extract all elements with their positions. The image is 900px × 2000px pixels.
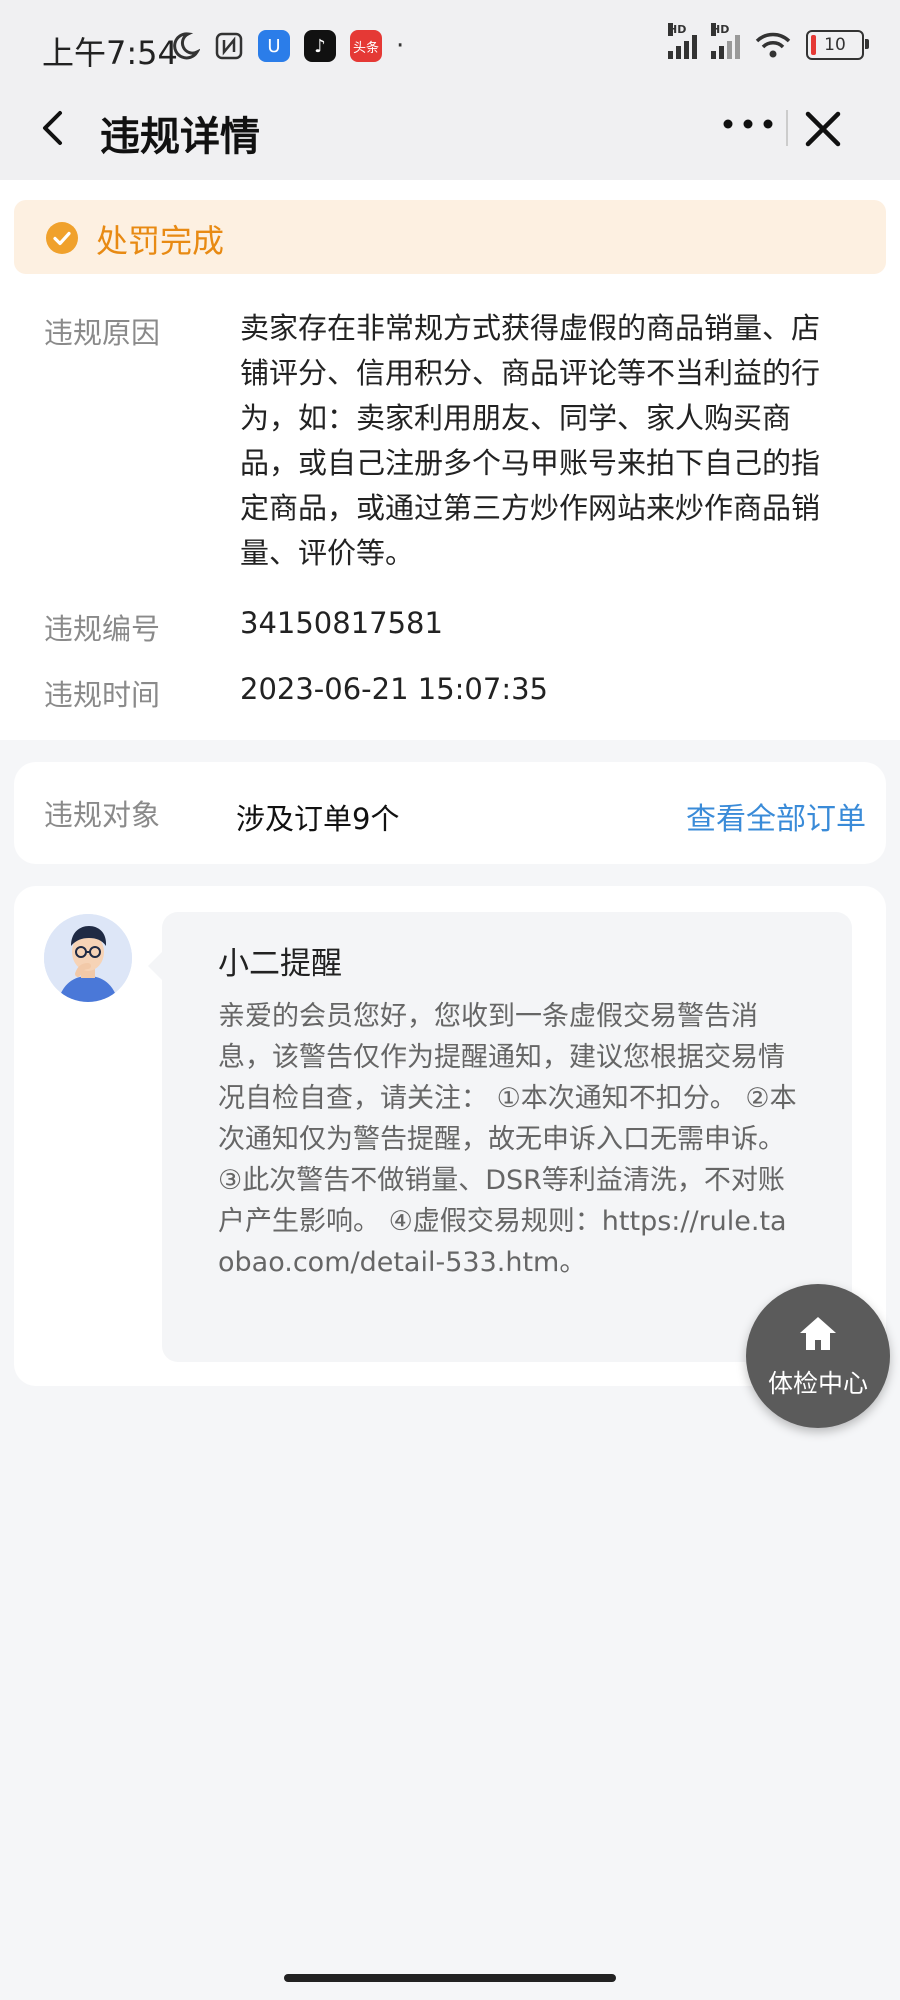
violation-number-label: 违规编号 <box>44 612 161 646</box>
penalty-status-text: 处罚完成 <box>96 222 225 260</box>
view-all-orders-link[interactable]: 查看全部订单 <box>686 794 866 838</box>
violation-detail-card: 处罚完成 违规原因 卖家存在非常规方式获得虚假的商品销量、店铺评分、信用积分、商… <box>0 180 900 740</box>
target-label: 违规对象 <box>44 798 161 832</box>
more-icon[interactable] <box>718 104 778 144</box>
violation-number-value: 34150817581 <box>240 606 443 640</box>
violation-target-card: 违规对象 涉及订单9个 查看全部订单 <box>14 762 886 864</box>
back-arrow-icon[interactable] <box>34 108 74 148</box>
nav-divider <box>786 110 788 146</box>
toutiao-icon: 头条 <box>350 30 382 62</box>
reason-value: 卖家存在非常规方式获得虚假的商品销量、店铺评分、信用积分、商品评论等不当利益的行… <box>240 311 821 570</box>
status-notification-icons: U ♪ 头条 · <box>170 30 404 62</box>
signal-icon: HD <box>668 23 697 59</box>
home-indicator[interactable] <box>284 1974 616 1982</box>
reason-label: 违规原因 <box>44 316 161 350</box>
message-title: 小二提醒 <box>218 946 342 982</box>
target-value: 涉及订单9个 <box>236 802 400 836</box>
status-system-icons: HD HD 10 <box>668 23 869 60</box>
health-check-label: 体检中心 <box>767 1369 868 1398</box>
avatar <box>44 914 132 1002</box>
reminder-message-card: 小二提醒 亲爱的会员您好，您收到一条虚假交易警告消息，该警告仅作为提醒通知，建议… <box>14 886 886 1386</box>
status-time: 上午7:54 <box>42 34 178 72</box>
violation-time-label: 违规时间 <box>44 678 161 712</box>
tiktok-icon: ♪ <box>304 30 336 62</box>
moon-icon <box>173 32 200 60</box>
avatar-illustration <box>44 914 132 1002</box>
message-bubble: 小二提醒 亲爱的会员您好，您收到一条虚假交易警告消息，该警告仅作为提醒通知，建议… <box>148 912 852 1362</box>
home-icon <box>800 1317 836 1350</box>
status-bar: 上午7:54 U ♪ 头条 · HD HD 10 <box>0 0 900 78</box>
battery-icon: 10 <box>806 30 869 60</box>
violation-time-value: 2023-06-21 15:07:35 <box>240 672 548 706</box>
app-shield-icon: U <box>258 30 290 62</box>
wifi-icon <box>755 32 791 58</box>
nfc-icon <box>215 32 243 60</box>
page-title: 违规详情 <box>100 114 260 160</box>
check-circle-icon <box>46 222 78 254</box>
close-icon[interactable] <box>800 106 846 152</box>
nav-bar: 违规详情 <box>0 78 900 180</box>
message-body: 亲爱的会员您好，您收到一条虚假交易警告消息，该警告仅作为提醒通知，建议您根据交易… <box>218 1001 797 1278</box>
health-check-button[interactable]: 体检中心 <box>746 1284 890 1428</box>
status-dot: · <box>396 31 405 61</box>
penalty-status-banner: 处罚完成 <box>14 200 886 274</box>
signal-icon: HD <box>711 23 740 59</box>
